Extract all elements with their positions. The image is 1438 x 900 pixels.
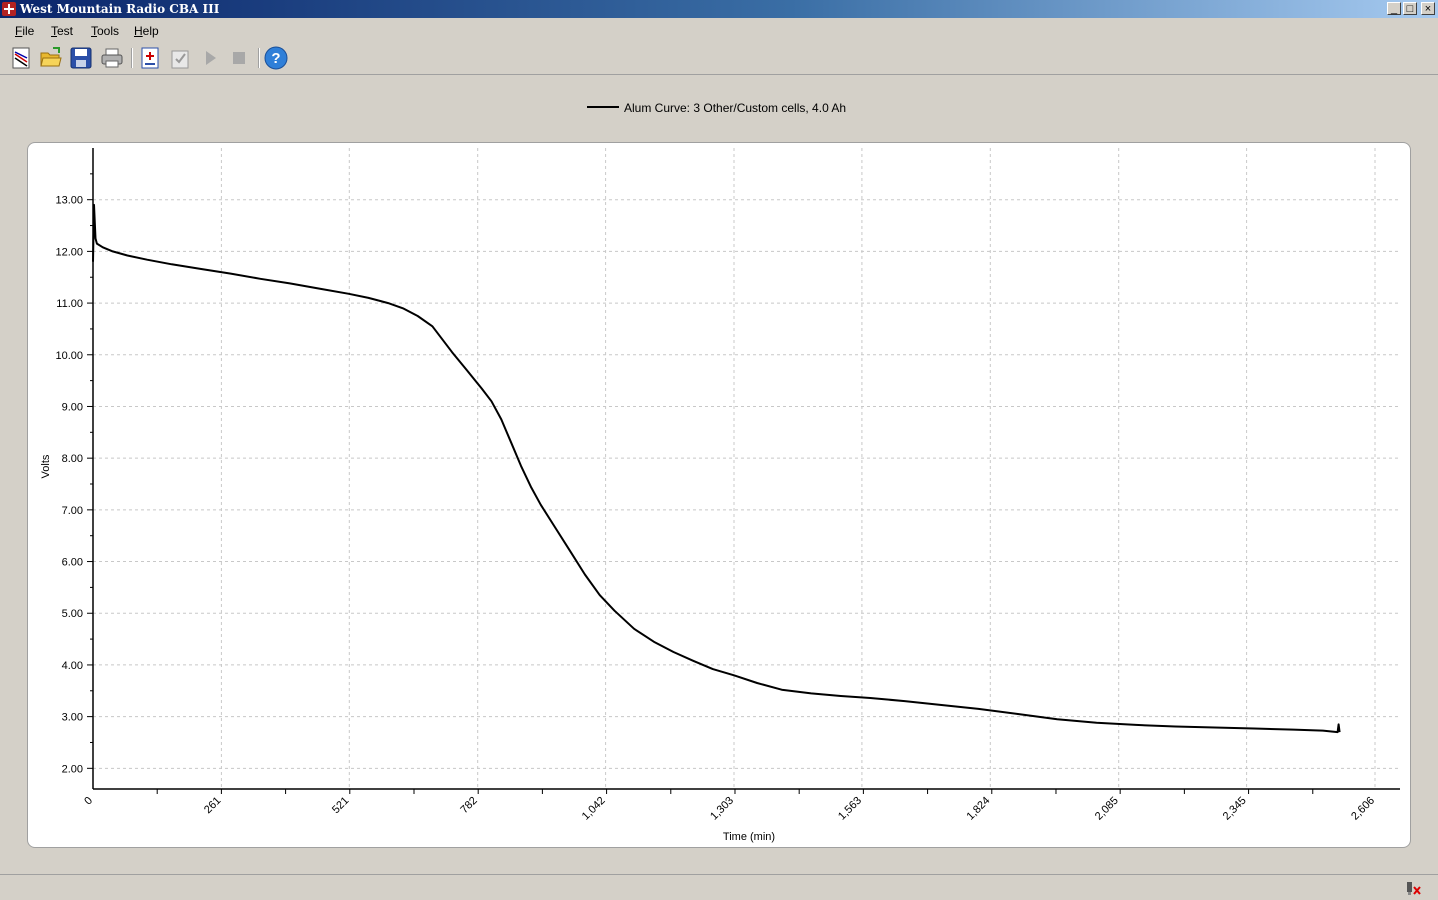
stop-icon[interactable] <box>227 46 251 70</box>
help-icon[interactable]: ? <box>264 46 288 70</box>
x-tick-label: 1,563 <box>836 795 864 823</box>
y-tick-label: 9.00 <box>62 401 83 413</box>
status-bar <box>0 874 1438 900</box>
series-line <box>92 203 1341 734</box>
menu-bar: File Test Tools Help <box>0 20 1438 40</box>
y-tick-label: 7.00 <box>62 505 83 517</box>
save-icon[interactable] <box>69 46 93 70</box>
plot-panel: 2.00 3.00 4.00 5.00 6.00 7.00 8.00 9.00 10.00 11.… <box>27 142 1411 848</box>
menu-tools[interactable]: Tools <box>91 24 119 38</box>
legend-swatch <box>587 106 619 108</box>
restore-button[interactable]: □ <box>1403 2 1417 15</box>
y-tick-label: 4.00 <box>62 660 83 672</box>
toolbar-separator <box>258 48 260 68</box>
add-test-icon[interactable] <box>138 46 162 70</box>
x-tick-label: 1,042 <box>580 795 608 823</box>
x-tick-label: 261 <box>202 795 223 816</box>
x-axis-label: Time (min) <box>723 831 775 843</box>
x-tick-label: 521 <box>330 795 351 816</box>
open-folder-icon[interactable] <box>39 46 63 70</box>
y-tick-label: 3.00 <box>62 712 83 724</box>
close-button[interactable]: × <box>1421 2 1435 15</box>
chart-svg: 2.00 3.00 4.00 5.00 6.00 7.00 8.00 9.00 10.00 11.… <box>40 148 1400 843</box>
menu-help[interactable]: Help <box>134 24 159 38</box>
x-tick-label: 782 <box>458 795 479 816</box>
svg-text:?: ? <box>271 50 280 67</box>
y-tick-label: 11.00 <box>56 298 83 310</box>
x-tick-label: 2,085 <box>1093 795 1121 823</box>
window-title: West Mountain Radio CBA III <box>20 2 220 16</box>
x-tick-label: 2,345 <box>1221 795 1249 823</box>
y-tick-label: 13.00 <box>55 195 83 207</box>
y-tick-label: 6.00 <box>62 557 83 569</box>
checklist-icon[interactable] <box>168 46 192 70</box>
x-tick-label: 0 <box>82 795 95 808</box>
x-tick-label: 2,606 <box>1349 795 1377 823</box>
toolbar: ? <box>0 42 1438 75</box>
y-tick-label: 2.00 <box>62 763 83 775</box>
y-tick-label: 5.00 <box>62 608 83 620</box>
print-icon[interactable] <box>100 46 124 70</box>
app-icon <box>2 2 16 16</box>
y-axis-label: Volts <box>40 454 52 478</box>
title-bar: West Mountain Radio CBA III _ □ × <box>0 0 1438 18</box>
toolbar-separator <box>131 48 133 68</box>
minimize-button[interactable]: _ <box>1387 2 1401 15</box>
y-tick-label: 10.00 <box>55 350 83 362</box>
y-tick-label: 12.00 <box>55 246 83 258</box>
disconnected-device-icon <box>1407 882 1421 895</box>
menu-test[interactable]: Test <box>51 24 73 38</box>
x-tick-label: 1,824 <box>964 795 992 823</box>
play-icon[interactable] <box>198 46 222 70</box>
menu-file[interactable]: File <box>15 24 34 38</box>
chart-area: Alum Curve: 3 Other/Custom cells, 4.0 Ah… <box>0 75 1438 872</box>
legend-label: Alum Curve: 3 Other/Custom cells, 4.0 Ah <box>624 101 847 115</box>
x-tick-label: 1,303 <box>708 795 736 823</box>
y-tick-label: 8.00 <box>62 453 83 465</box>
new-graph-icon[interactable] <box>10 46 34 70</box>
